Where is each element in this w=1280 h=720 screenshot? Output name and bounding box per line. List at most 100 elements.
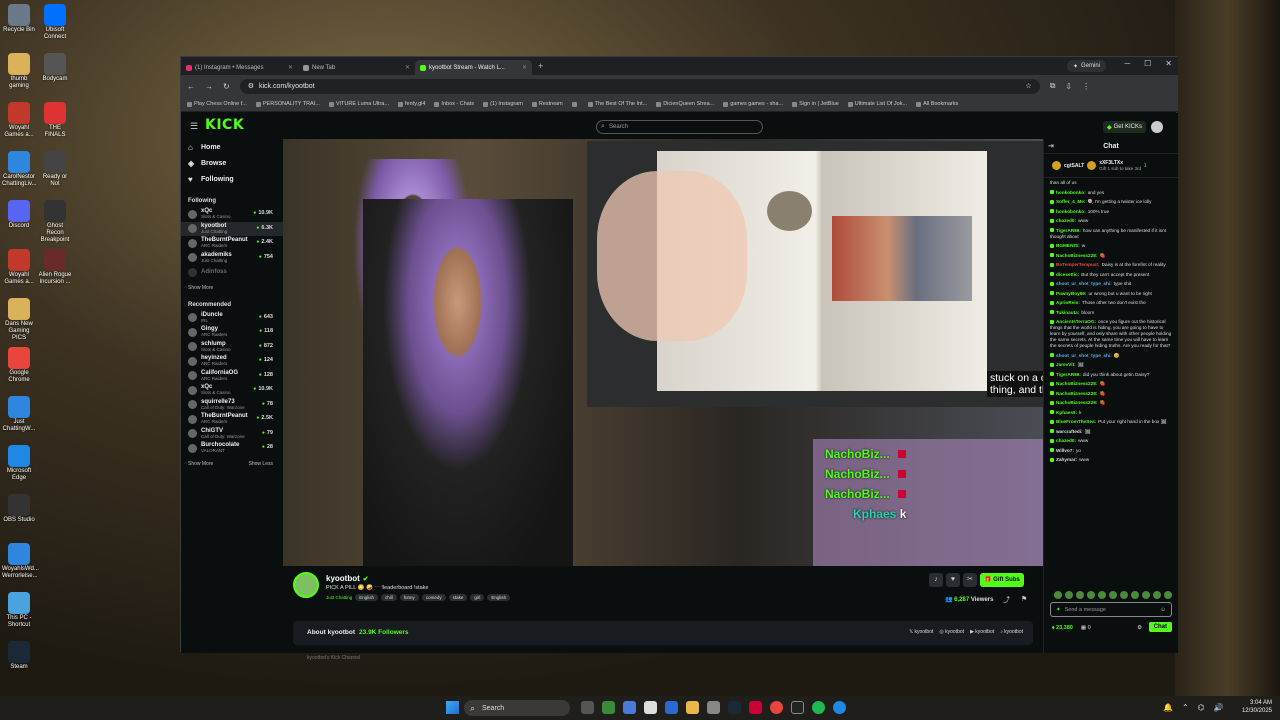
bookmark-item[interactable]: All Bookmarks <box>916 101 958 107</box>
chat-username[interactable]: AncientsTerraOG: <box>1056 319 1096 324</box>
chat-username[interactable]: PawnyBoy69: <box>1056 291 1086 296</box>
bookmark-item[interactable]: Restream <box>531 101 563 107</box>
bookmark-item[interactable]: PERSONALITY TRAI... <box>255 101 320 107</box>
desktop-shortcut[interactable]: THE FINALS <box>38 102 72 139</box>
sidebar-channel-item[interactable]: TheBurntPeanutARC Raiders 2.5K <box>188 412 283 427</box>
bookmark-star-icon[interactable]: ☆ <box>1025 82 1031 90</box>
xbox-icon[interactable] <box>602 701 615 714</box>
minimize-icon[interactable]: ─ <box>1124 59 1130 68</box>
sidebar-channel-item[interactable]: ChiGTVCall of Duty: Warzone 79 <box>188 427 283 442</box>
sidebar-channel-item[interactable]: kyootbotJust Chatting 6.3K <box>181 221 283 236</box>
word-icon[interactable] <box>665 701 678 714</box>
desktop-shortcut[interactable]: Woyahl Games a... <box>2 249 36 286</box>
kick-points-icon[interactable]: ✦ <box>1056 607 1061 613</box>
chat-username[interactable]: AprioReio: <box>1056 300 1080 305</box>
chat-username[interactable]: honkobonko: <box>1056 209 1086 214</box>
show-more-following[interactable]: Show More <box>188 285 283 291</box>
settings-icon[interactable] <box>707 701 720 714</box>
sidebar-channel-item[interactable]: iDuncleIRL 643 <box>188 311 283 326</box>
video-player[interactable]: stuck on a certain belief, a certain thi… <box>283 139 1043 566</box>
chevron-up-icon[interactable]: ⌃ <box>1182 703 1189 712</box>
emote-icon[interactable] <box>1109 591 1117 599</box>
tag[interactable]: chill <box>381 594 397 601</box>
get-kicks-button[interactable]: ◆ Get KICKs <box>1103 121 1146 133</box>
clip-icon[interactable]: ✂ <box>963 573 977 587</box>
sidebar-channel-item[interactable]: BurchocolateVALORANT 28 <box>188 441 283 456</box>
task-view-icon[interactable] <box>581 701 594 714</box>
bookmark-item[interactable]: Inbox - Chats <box>434 101 474 107</box>
chat-username[interactable]: NachoBizness228: <box>1056 253 1097 258</box>
channel-avatar[interactable] <box>293 572 319 598</box>
nav-item-home[interactable]: ⌂ Home <box>188 139 283 155</box>
desktop-shortcut[interactable]: This PC - Shortcut <box>2 592 36 629</box>
back-icon[interactable]: ← <box>187 82 195 91</box>
gemini-button[interactable]: ✦ Gemini <box>1066 60 1106 72</box>
notification-bell-icon[interactable]: ♪ <box>929 573 943 587</box>
bookmark-item[interactable]: The Best Of The Int... <box>587 101 647 107</box>
instagram-social-link[interactable]: ◎ kyootbot <box>939 629 964 635</box>
leaderboard-user[interactable]: cgtSALT <box>1064 163 1084 169</box>
chat-username[interactable]: Soffer_4_Me: <box>1056 199 1085 204</box>
sidebar-channel-item[interactable]: GingyARC Raiders 118 <box>188 325 283 340</box>
desktop-shortcut[interactable]: Alien Rogue Incursion ... <box>38 249 72 286</box>
tag[interactable]: stake <box>448 594 468 601</box>
emote-icon[interactable] <box>1076 591 1084 599</box>
new-tab-button[interactable]: + <box>538 61 543 71</box>
sidebar-channel-item[interactable]: akademiksJust Chatting 754 <box>188 251 283 266</box>
sidebar-channel-item[interactable]: heyinzedARC Raiders 124 <box>188 354 283 369</box>
category-link[interactable]: Just Chatting <box>326 595 352 600</box>
bookmark-item[interactable]: (1) Instagram <box>483 101 523 107</box>
tag[interactable]: English <box>487 594 511 601</box>
chat-username[interactable]: dicesettic: <box>1056 272 1079 277</box>
tab-kick-stream[interactable]: kyootbot Stream - Watch L... ✕ <box>415 60 532 75</box>
notepad-icon[interactable] <box>644 701 657 714</box>
desktop-shortcut[interactable]: Ghost Recon Breakpoint <box>38 200 72 244</box>
chat-settings-icon[interactable]: ⚙ <box>1137 625 1142 631</box>
send-chat-button[interactable]: Chat <box>1148 622 1172 632</box>
bookmark-item[interactable]: Ultimate List Of Jok... <box>847 101 907 107</box>
spotify-icon[interactable] <box>812 701 825 714</box>
emote-icon[interactable] <box>1098 591 1106 599</box>
chat-username[interactable]: chazed0: <box>1056 438 1076 443</box>
sidebar-channel-item[interactable]: TheBurntPeanutARC Raiders 2.4K <box>188 236 283 251</box>
collapse-chat-icon[interactable]: ⇥ <box>1048 142 1054 150</box>
emoji-picker-icon[interactable]: ☺ <box>1160 607 1166 613</box>
chat-username[interactable]: warcraftedi: <box>1056 429 1083 434</box>
notification-icon[interactable]: 🔔 <box>1163 703 1173 712</box>
desktop-shortcut[interactable]: Ubisoft Connect <box>38 4 72 41</box>
chat-username[interactable]: JarevVit: <box>1056 362 1076 367</box>
close-tab-icon[interactable]: ✕ <box>405 64 410 71</box>
url-field[interactable]: ⚙ kick.com/kyootbot ☆ <box>239 78 1040 94</box>
edge-icon[interactable] <box>833 701 846 714</box>
emote-icon[interactable] <box>1120 591 1128 599</box>
ubisoft-icon[interactable] <box>749 701 762 714</box>
steam-icon[interactable] <box>728 701 741 714</box>
tag[interactable]: English <box>355 594 379 601</box>
emote-icon[interactable] <box>1164 591 1172 599</box>
report-flag-icon[interactable]: ⚑ <box>1021 595 1027 603</box>
kick-logo[interactable]: KICK <box>205 117 244 133</box>
close-tab-icon[interactable]: ✕ <box>522 64 527 71</box>
chat-username[interactable]: Kphaes5: <box>1056 410 1077 415</box>
share-icon[interactable]: ⤴ <box>1003 595 1010 605</box>
chrome-icon[interactable] <box>770 701 783 714</box>
chat-username[interactable]: TigerAR86: <box>1056 372 1081 377</box>
bookmark-item[interactable]: Sign in | JetBlue <box>792 101 839 107</box>
chat-username[interactable]: BGMENtS: <box>1056 243 1080 248</box>
emote-icon[interactable] <box>1142 591 1150 599</box>
desktop-shortcut[interactable]: thumb gaming <box>2 53 36 90</box>
close-tab-icon[interactable]: ✕ <box>288 64 293 71</box>
volume-icon[interactable]: 🔊 <box>1214 703 1224 712</box>
close-window-icon[interactable]: ✕ <box>1165 59 1172 68</box>
chat-username[interactable]: BlueFromTheSea: <box>1056 419 1096 424</box>
emote-icon[interactable] <box>1087 591 1095 599</box>
sidebar-channel-item[interactable]: xQcSlots & Casino 10.9K <box>188 383 283 398</box>
chat-username[interactable]: chazed0: <box>1056 218 1076 223</box>
chat-username[interactable]: NachoBizness228: <box>1056 400 1097 405</box>
desktop-shortcut[interactable]: WoyahlsWd... Werrorlelse... <box>2 543 39 580</box>
desktop-shortcut[interactable]: Dans New Gaming PICS <box>2 298 36 342</box>
chat-username[interactable]: BoTemperTempust: <box>1056 262 1100 267</box>
show-less-recommended[interactable]: Show Less <box>249 461 273 467</box>
emote-icon[interactable] <box>1054 591 1062 599</box>
profile-avatar[interactable] <box>1151 121 1163 133</box>
